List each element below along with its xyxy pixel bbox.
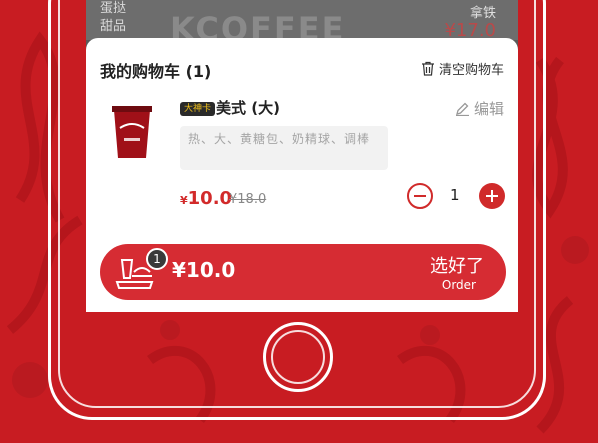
clear-cart-button[interactable]: 清空购物车 [421,59,504,78]
product-options: 热、大、黄糖包、奶精球、调棒 [180,126,388,170]
increase-quantity-button[interactable] [479,183,505,209]
background-menu: 蛋挞 甜品 KCOFFEE 拿铁 ¥17.0 [86,0,518,48]
current-price-value: 10.0 [187,188,233,209]
order-button-label[interactable]: 选好了 [430,252,484,278]
product-name: 美式 (大) [216,99,280,117]
card-badge: 大神卡 [180,102,216,116]
cart-total: ¥10.0 [172,258,236,282]
trash-icon [421,61,434,76]
quantity-value: 1 [450,186,460,204]
original-price: ¥18.0 [229,192,267,207]
checkout-bar[interactable]: 1 ¥10.0 选好了 Order [100,244,506,300]
edit-label: 编辑 [473,100,504,118]
decrease-quantity-button[interactable] [407,183,433,209]
edit-icon [455,102,469,116]
current-price: ¥10.0 [180,188,232,209]
edit-button[interactable]: 编辑 [455,98,504,119]
order-button-sublabel[interactable]: Order [442,278,476,292]
menu-category[interactable]: 蛋挞 [100,0,126,18]
coffee-cup-image [112,106,152,158]
menu-item-name: 拿铁 [469,6,496,21]
cart-count-badge: 1 [146,248,168,270]
cart-title: 我的购物车 (1) [100,62,212,81]
clear-cart-label: 清空购物车 [438,63,504,78]
menu-category[interactable]: 甜品 [100,18,126,36]
cart-sheet: 我的购物车 (1) 清空购物车 大神卡 美式 (大) 编辑 热、大、黄糖包、奶精… [86,38,518,312]
currency-symbol: ¥ [180,194,188,207]
phone-screen: 蛋挞 甜品 KCOFFEE 拿铁 ¥17.0 我的购物车 (1) 清空购物车 大… [86,0,518,312]
home-button-inner [271,330,325,384]
